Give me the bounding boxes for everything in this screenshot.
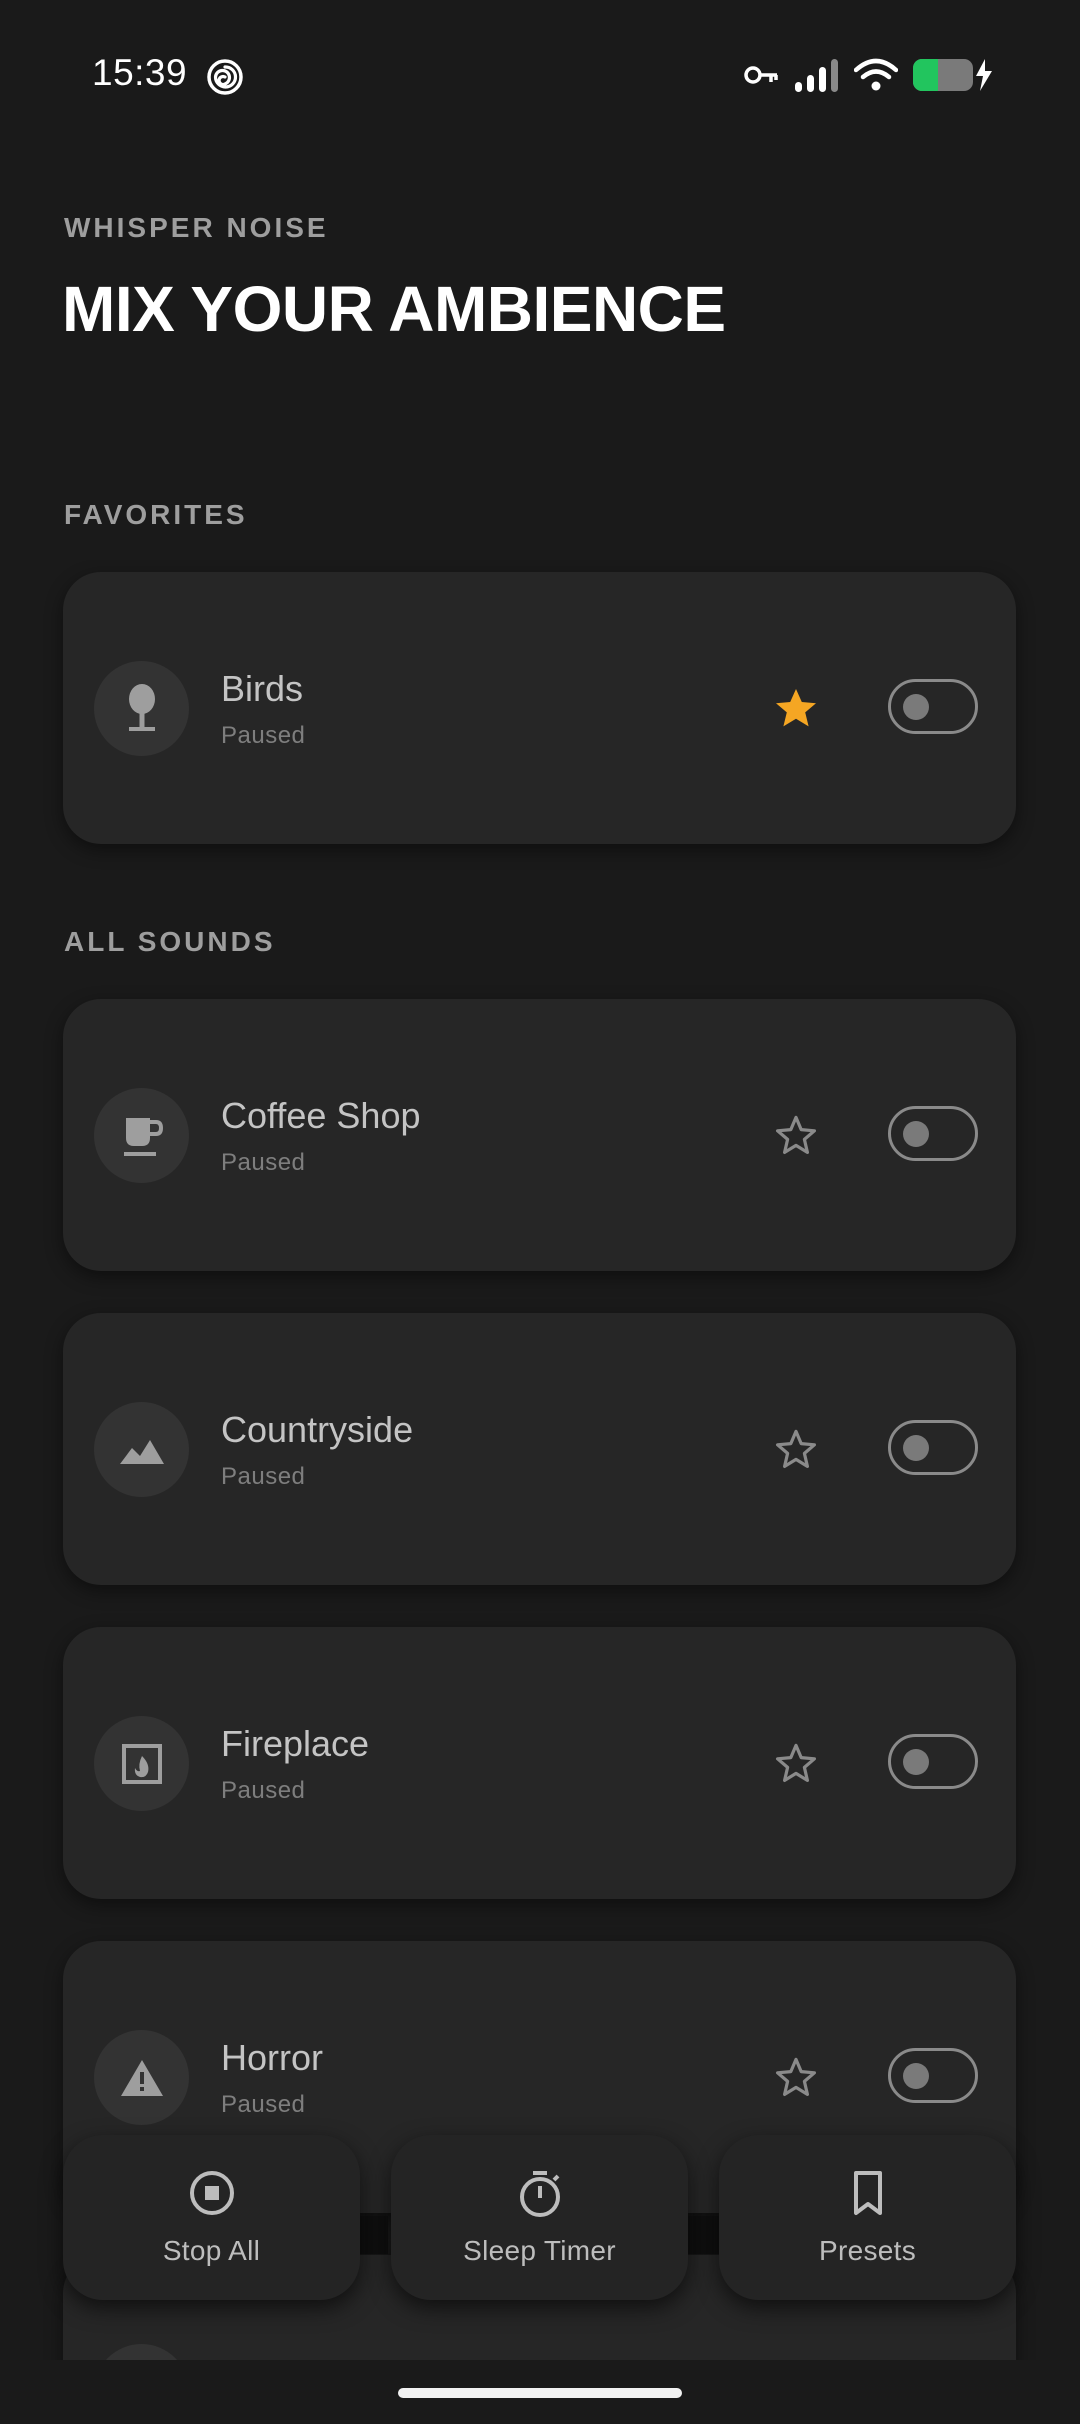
sound-title: Horror [221, 2037, 324, 2078]
sound-title: Fireplace [221, 1723, 370, 1764]
timer-icon [391, 2169, 688, 2219]
battery-charging-icon [912, 57, 994, 98]
sound-card-coffee-shop[interactable]: Coffee Shop Paused [63, 999, 1016, 1271]
coffee-cup-icon [94, 1088, 189, 1183]
toggle-knob [903, 1435, 929, 1461]
toggle-knob [903, 694, 929, 720]
sound-status: Paused [221, 2091, 306, 2118]
wifi-icon [853, 58, 899, 97]
home-indicator[interactable] [398, 2388, 682, 2398]
app-label: WHISPER NOISE [64, 212, 329, 243]
sleep-timer-button[interactable]: Sleep Timer [391, 2135, 688, 2300]
toggle-knob [903, 1121, 929, 1147]
sound-icon-circle [94, 2344, 189, 2360]
sound-status: Paused [221, 1149, 306, 1176]
sound-status: Paused [221, 1463, 306, 1490]
warning-icon [94, 2030, 189, 2125]
status-bar: 15:39 [0, 0, 1080, 150]
sound-status: Paused [221, 1777, 306, 1804]
sound-card-fireplace[interactable]: Fireplace Paused [63, 1627, 1016, 1899]
signal-icon [794, 58, 840, 97]
section-label-favorites: FAVORITES [64, 499, 248, 530]
landscape-icon [94, 1402, 189, 1497]
sound-title: Coffee Shop [221, 1095, 421, 1136]
stop-all-button[interactable]: Stop All [63, 2135, 360, 2300]
section-label-all-sounds: ALL SOUNDS [64, 926, 276, 957]
sound-card-countryside[interactable]: Countryside Paused [63, 1313, 1016, 1585]
presets-label: Presets [818, 2235, 917, 2266]
favorite-star-outline-icon[interactable] [770, 2051, 822, 2103]
play-toggle[interactable] [888, 679, 978, 734]
favorite-star-filled-icon[interactable] [770, 682, 822, 734]
page-title: MIX YOUR AMBIENCE [62, 273, 726, 345]
play-toggle[interactable] [888, 1734, 978, 1789]
favorite-star-outline-icon[interactable] [770, 1423, 822, 1475]
toggle-knob [903, 1749, 929, 1775]
bottom-action-bar: Stop All Sleep Timer Presets [63, 2135, 1016, 2300]
toggle-knob [903, 2063, 929, 2089]
spiral-icon [206, 58, 244, 96]
play-toggle[interactable] [888, 2048, 978, 2103]
play-toggle[interactable] [888, 1106, 978, 1161]
sound-status: Paused [221, 722, 306, 749]
favorite-star-outline-icon[interactable] [770, 1109, 822, 1161]
stop-all-label: Stop All [162, 2235, 261, 2266]
play-toggle[interactable] [888, 1420, 978, 1475]
vpn-key-icon [744, 63, 780, 92]
bookmark-icon [719, 2169, 1016, 2219]
sleep-timer-label: Sleep Timer [463, 2235, 616, 2266]
status-time: 15:39 [92, 52, 188, 93]
presets-button[interactable]: Presets [719, 2135, 1016, 2300]
fireplace-icon [94, 1716, 189, 1811]
sound-title: Birds [221, 668, 304, 709]
sound-card-birds[interactable]: Birds Paused [63, 572, 1016, 844]
favorite-star-outline-icon[interactable] [770, 1737, 822, 1789]
sound-title: Countryside [221, 1409, 414, 1450]
stop-circle-icon [63, 2169, 360, 2219]
sound-list[interactable]: Birds Paused ALL SOUNDS Coffee Shop Paus… [0, 560, 1080, 2360]
tree-icon [94, 661, 189, 756]
